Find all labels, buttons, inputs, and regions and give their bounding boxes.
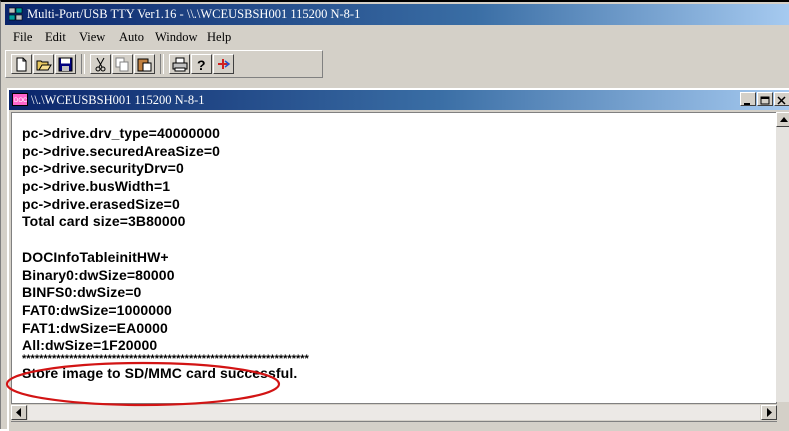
app-titlebar[interactable]: Multi-Port/USB TTY Ver1.16 - \\.\WCEUSBS… — [5, 4, 789, 25]
new-icon — [16, 57, 27, 72]
help-icon: ? — [197, 57, 206, 72]
plugin-icon — [218, 59, 231, 69]
toolbar: ? — [5, 50, 323, 78]
copy-button[interactable] — [112, 54, 133, 74]
close-button[interactable] — [774, 92, 789, 106]
menu-edit[interactable]: Edit — [45, 26, 66, 48]
highlight-ellipse — [5, 361, 281, 407]
terminal-line: pc->drive.drv_type=40000000 — [22, 125, 221, 141]
save-button[interactable] — [55, 54, 76, 74]
terminal-line: Binary0:dwSize=80000 — [22, 266, 175, 283]
print-button[interactable] — [169, 54, 190, 74]
arrow-right-icon — [767, 408, 772, 417]
terminal-line: pc->drive.erasedSize=0 — [22, 195, 180, 212]
terminal-title: \\.\WCEUSBSH001 115200 N-8-1 — [31, 93, 205, 107]
app-window: Multi-Port/USB TTY Ver1.16 - \\.\WCEUSBS… — [0, 0, 789, 431]
arrow-up-icon — [780, 117, 788, 122]
new-button[interactable] — [11, 54, 32, 74]
terminal-line: DOCInfoTableinitHW+ — [22, 248, 169, 265]
terminal-line: BINFS0:dwSize=0 — [22, 284, 142, 301]
terminal-line: Total card size=3B80000 — [22, 213, 186, 230]
menu-help[interactable]: Help — [207, 26, 231, 48]
menu-bar: File Edit View Auto Window Help — [5, 26, 789, 48]
minimize-button[interactable] — [740, 92, 756, 106]
maximize-icon — [760, 96, 770, 105]
terminal-line: FAT1:dwSize=EA0000 — [22, 319, 168, 336]
terminal-line: pc->drive.busWidth=1 — [22, 178, 171, 195]
menu-auto[interactable]: Auto — [119, 26, 144, 48]
menu-window[interactable]: Window — [155, 26, 198, 48]
app-title: Multi-Port/USB TTY Ver1.16 - \\.\WCEUSBS… — [27, 7, 361, 21]
open-icon — [36, 60, 52, 71]
terminal-icon: DOC — [12, 93, 28, 106]
minimize-icon — [744, 103, 750, 105]
terminal-line: pc->drive.securityDrv=0 — [22, 160, 184, 177]
terminal-lines: pc->drive.drv_type=40000000 pc->drive.se… — [22, 125, 309, 383]
close-icon — [777, 96, 786, 105]
svg-text:DOC: DOC — [14, 98, 28, 104]
cut-button[interactable] — [90, 54, 111, 74]
plugin-button[interactable] — [213, 54, 234, 74]
toolbar-separator — [160, 54, 164, 74]
help-button[interactable]: ? — [191, 54, 212, 74]
scroll-right-button[interactable] — [761, 405, 777, 420]
maximize-button[interactable] — [757, 92, 773, 106]
menu-view[interactable]: View — [79, 26, 105, 48]
terminal-titlebar[interactable]: DOC \\.\WCEUSBSH001 115200 N-8-1 — [9, 90, 789, 110]
vertical-scrollbar[interactable] — [776, 112, 789, 402]
menu-file[interactable]: File — [13, 26, 32, 48]
cut-icon — [95, 57, 106, 72]
save-icon — [58, 57, 73, 72]
terminal-line: pc->drive.securedAreaSize=0 — [22, 142, 221, 159]
app-icon — [9, 7, 23, 21]
copy-icon — [115, 57, 129, 72]
toolbar-separator — [81, 54, 85, 74]
paste-icon — [137, 58, 152, 72]
open-button[interactable] — [33, 54, 54, 74]
terminal-line: FAT0:dwSize=1000000 — [22, 301, 172, 318]
print-icon — [172, 57, 188, 72]
paste-button[interactable] — [134, 54, 155, 74]
scroll-up-button[interactable] — [776, 112, 789, 127]
svg-text:?: ? — [197, 57, 206, 72]
